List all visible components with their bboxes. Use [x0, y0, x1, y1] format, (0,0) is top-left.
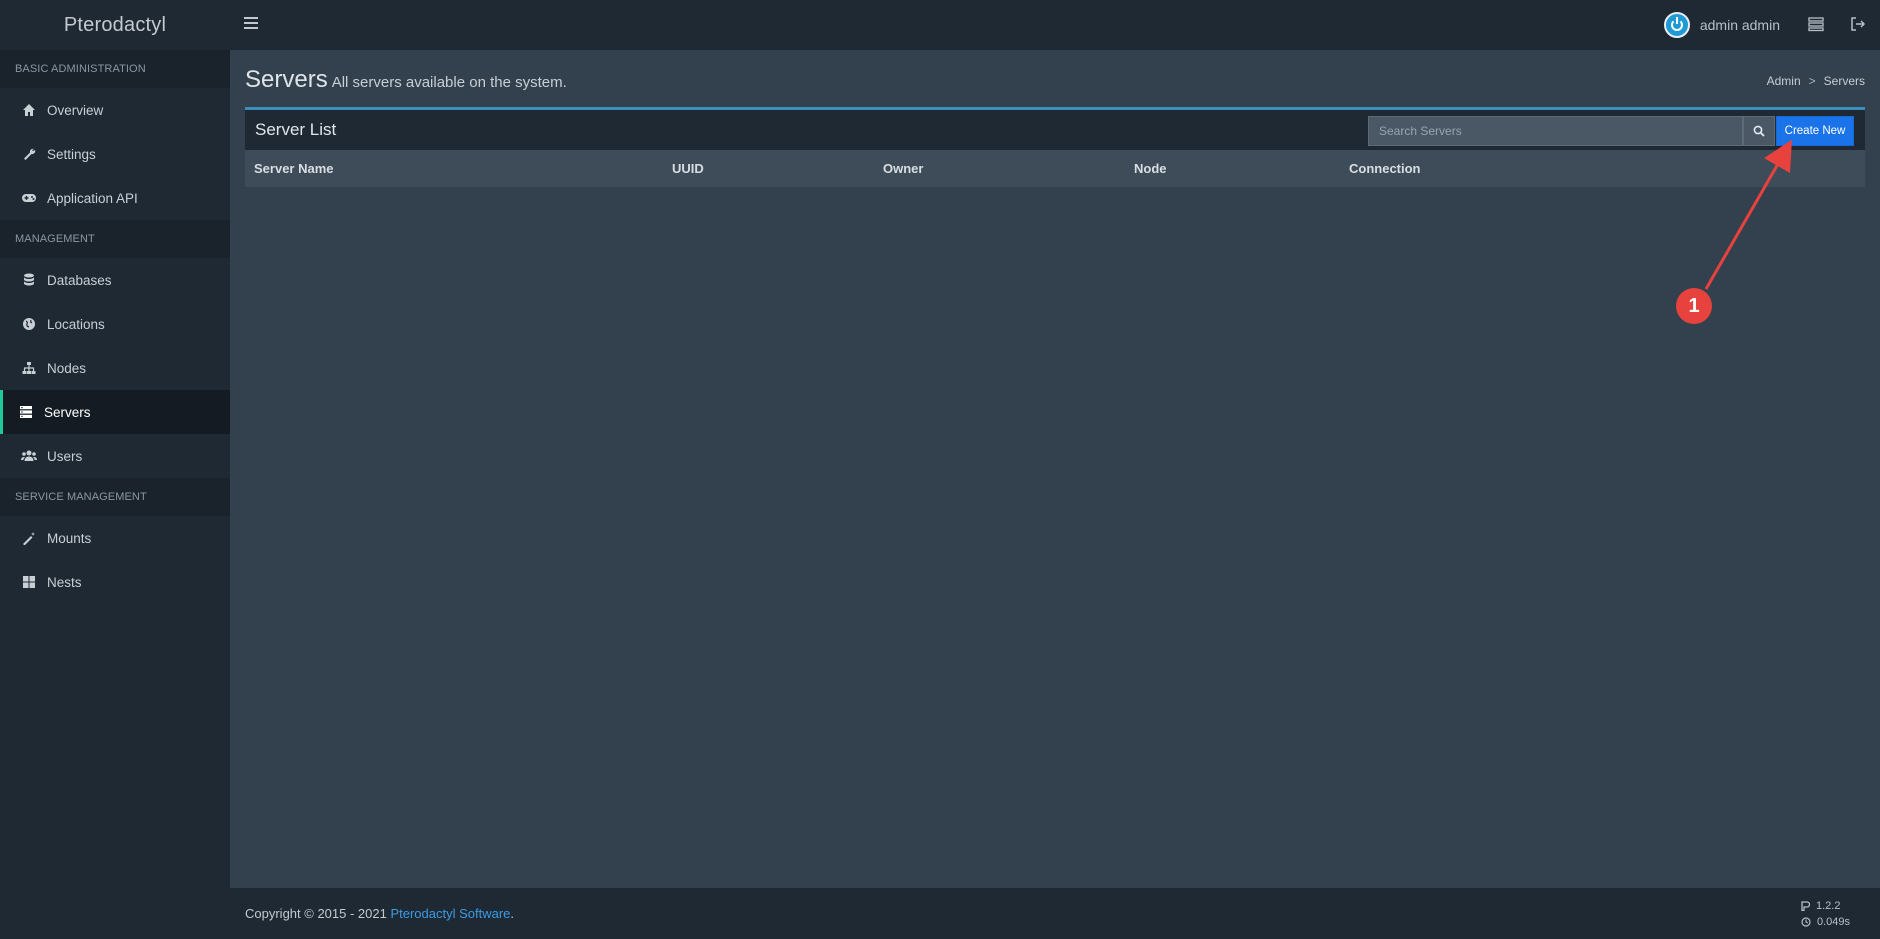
top-navbar: Pterodactyl admin admin [0, 0, 1880, 50]
search-icon [1753, 125, 1765, 137]
pterodactyl-link[interactable]: Pterodactyl Software [390, 906, 510, 921]
sidebar-item-settings[interactable]: Settings [0, 132, 230, 176]
database-icon [21, 272, 37, 288]
brand-logo[interactable]: Pterodactyl [0, 0, 230, 50]
server-icon [18, 404, 34, 420]
column-header-node[interactable]: Node [1125, 161, 1340, 176]
sidebar-item-databases[interactable]: Databases [0, 258, 230, 302]
gamepad-icon [21, 190, 37, 206]
search-button[interactable] [1743, 116, 1775, 146]
sidebar-item-overview[interactable]: Overview [0, 88, 230, 132]
sidebar-item-label: Overview [47, 102, 104, 118]
breadcrumb-servers: Servers [1823, 74, 1865, 88]
column-header-uuid[interactable]: UUID [663, 161, 874, 176]
page-subtitle: All servers available on the system. [331, 74, 567, 91]
sidebar-item-label: Settings [47, 146, 96, 162]
users-icon [21, 448, 37, 464]
sidebar-header-management: MANAGEMENT [0, 220, 230, 258]
render-time-text: 0.049s [1816, 916, 1850, 928]
sidebar-item-label: Users [47, 448, 83, 464]
user-name: admin admin [1699, 17, 1780, 33]
page-title: Servers All servers available on the syst… [245, 66, 567, 94]
sidebar-item-label: Locations [47, 316, 105, 332]
version-row: 1.2.2 [1801, 898, 1850, 914]
home-icon [21, 102, 37, 118]
sidebar-item-servers[interactable]: Servers [0, 390, 230, 434]
page-title-text: Servers [245, 66, 328, 93]
sidebar: BASIC ADMINISTRATION Overview Settings A… [0, 50, 230, 939]
search-input[interactable] [1368, 116, 1743, 146]
sidebar-item-application-api[interactable]: Application API [0, 176, 230, 220]
sidebar-item-nests[interactable]: Nests [0, 560, 230, 604]
breadcrumb-admin[interactable]: Admin [1767, 74, 1801, 88]
copyright-text: Copyright © 2015 - 2021 [245, 906, 387, 921]
sidebar-item-mounts[interactable]: Mounts [0, 516, 230, 560]
footer: Copyright © 2015 - 2021 Pterodactyl Soft… [230, 888, 1880, 939]
sidebar-header-service-management: SERVICE MANAGEMENT [0, 478, 230, 516]
footer-copyright: Copyright © 2015 - 2021 Pterodactyl Soft… [245, 906, 514, 921]
user-menu[interactable]: admin admin [1663, 12, 1780, 38]
sidebar-item-label: Servers [44, 404, 91, 420]
magic-icon [21, 530, 37, 546]
globe-icon [21, 316, 37, 332]
sidebar-item-nodes[interactable]: Nodes [0, 346, 230, 390]
main-content: Servers All servers available on the syst… [230, 50, 1880, 888]
render-time-row: 0.049s [1801, 914, 1850, 930]
table-header: Server Name UUID Owner Node Connection [245, 150, 1865, 187]
logout-icon[interactable] [1850, 16, 1866, 32]
version-text: 1.2.2 [1815, 900, 1841, 912]
server-list-box: Server List Create New Server Name UUID … [245, 107, 1865, 187]
create-new-button[interactable]: Create New [1776, 116, 1854, 146]
wrench-icon [21, 146, 37, 162]
user-avatar [1663, 12, 1690, 38]
footer-version-info: 1.2.2 0.049s [1801, 898, 1850, 930]
sidebar-item-label: Nests [47, 574, 82, 590]
sidebar-header-basic: BASIC ADMINISTRATION [0, 50, 230, 88]
sidebar-item-label: Nodes [47, 360, 87, 376]
column-header-connection[interactable]: Connection [1340, 161, 1640, 176]
th-large-icon [21, 574, 37, 590]
pterodactyl-icon [1801, 901, 1810, 911]
sitemap-icon [21, 360, 37, 376]
clock-icon [1801, 917, 1811, 927]
server-icon[interactable] [1808, 16, 1824, 32]
sidebar-item-users[interactable]: Users [0, 434, 230, 478]
sidebar-item-locations[interactable]: Locations [0, 302, 230, 346]
server-list-title: Server List [255, 120, 337, 139]
sidebar-item-label: Mounts [47, 530, 92, 546]
annotation-badge: 1 [1676, 288, 1712, 324]
menu-icon[interactable] [244, 17, 258, 31]
column-header-owner[interactable]: Owner [874, 161, 1125, 176]
sidebar-item-label: Application API [47, 190, 138, 206]
breadcrumb: Admin > Servers [1767, 74, 1865, 88]
copyright-period: . [510, 906, 515, 921]
sidebar-item-label: Databases [47, 272, 112, 288]
server-list-header: Server List Create New [245, 110, 1865, 150]
column-header-server-name[interactable]: Server Name [245, 161, 663, 176]
breadcrumb-separator: > [1808, 74, 1816, 88]
